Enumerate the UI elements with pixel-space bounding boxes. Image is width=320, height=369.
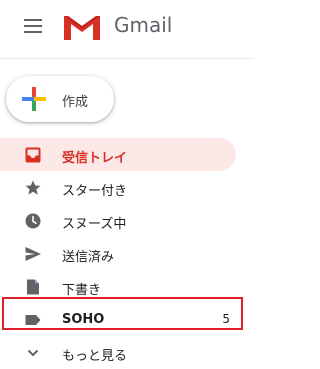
sidebar-item-label: 受信トレイ [62,151,128,166]
inbox-icon [25,147,41,163]
header-divider [0,58,254,59]
sidebar-item-soho[interactable]: SOHO 5 [0,303,236,336]
gmail-logo-text[interactable]: Gmail [114,13,172,37]
sidebar-item-label: スター付き [62,184,128,199]
compose-label: 作成 [62,95,89,110]
gmail-logo-icon[interactable] [62,12,102,42]
unread-count: 5 [222,312,230,326]
sidebar-item-sent[interactable]: 送信済み [0,237,236,270]
sidebar-item-label: スヌーズ中 [62,217,127,232]
sidebar-item-label: 下書き [62,283,102,298]
app-header: Gmail [0,0,254,56]
label-icon [25,315,41,325]
compose-button[interactable]: 作成 [6,76,114,122]
chevron-down-icon [27,349,39,357]
hamburger-menu-icon[interactable] [24,19,42,33]
clock-icon [25,213,41,229]
sidebar-item-label: もっと見る [62,349,128,364]
sidebar-nav: 受信トレイ スター付き スヌーズ中 送信済み 下書き SOHO 5 もっと見る [0,138,254,369]
sidebar-item-inbox[interactable]: 受信トレイ [0,138,236,171]
sidebar-item-starred[interactable]: スター付き [0,171,236,204]
sidebar-item-label: SOHO [62,312,105,327]
plus-icon [22,87,46,111]
sidebar-item-label: 送信済み [62,250,115,265]
sidebar-item-more[interactable]: もっと見る [0,336,236,369]
send-icon [25,247,41,261]
star-icon [25,180,41,195]
sidebar-item-drafts[interactable]: 下書き [0,270,236,303]
sidebar-item-snoozed[interactable]: スヌーズ中 [0,204,236,237]
draft-icon [27,279,39,295]
